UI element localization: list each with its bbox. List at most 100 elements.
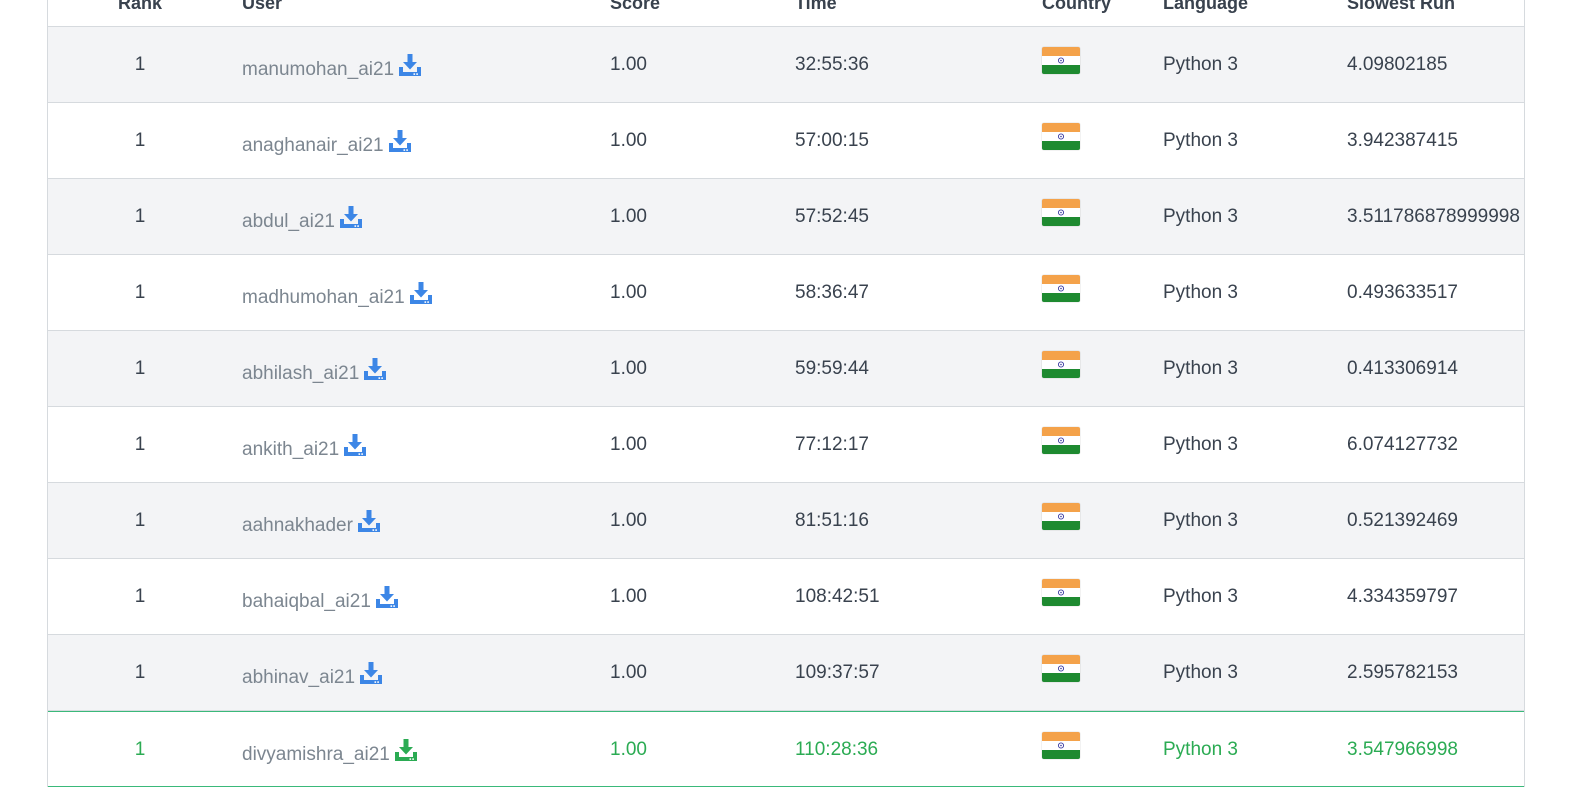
user-cell: aahnakhader: [242, 509, 381, 538]
india-flag-icon: [1042, 123, 1080, 150]
country-cell: [1042, 351, 1080, 385]
table-row: 1 bahaiqbal_ai21 1.00 108:42:51 Python 3…: [48, 559, 1524, 635]
language-cell: Python 3: [1163, 358, 1238, 379]
download-code-icon[interactable]: [363, 357, 387, 381]
score-cell: 1.00: [610, 130, 647, 151]
user-cell: abhinav_ai21: [242, 661, 383, 690]
time-cell: 58:36:47: [795, 282, 869, 303]
user-cell: bahaiqbal_ai21: [242, 585, 399, 614]
score-cell: 1.00: [610, 662, 647, 683]
score-cell: 1.00: [610, 54, 647, 75]
language-cell: Python 3: [1163, 206, 1238, 227]
rank-cell: 1: [134, 510, 146, 531]
header-rank[interactable]: Rank: [48, 0, 232, 15]
language-cell: Python 3: [1163, 130, 1238, 151]
language-cell: Python 3: [1163, 510, 1238, 531]
time-cell: 59:59:44: [795, 358, 869, 379]
download-code-icon[interactable]: [394, 738, 418, 762]
user-cell: madhumohan_ai21: [242, 281, 433, 310]
slowest-run-cell: 3.511786878999998: [1347, 206, 1520, 227]
username-link[interactable]: ankith_ai21: [242, 439, 339, 460]
table-row: 1 anaghanair_ai21 1.00 57:00:15 Python 3…: [48, 103, 1524, 179]
download-code-icon[interactable]: [359, 661, 383, 685]
rank-cell: 1: [134, 54, 146, 75]
rank-cell: 1: [134, 282, 146, 303]
country-cell: [1042, 503, 1080, 537]
time-cell: 57:00:15: [795, 130, 869, 151]
table-row: 1 abhinav_ai21 1.00 109:37:57 Python 3 2…: [48, 635, 1524, 711]
india-flag-icon: [1042, 351, 1080, 378]
username-link[interactable]: aahnakhader: [242, 515, 353, 536]
table-row: 1 aahnakhader 1.00 81:51:16 Python 3 0.5…: [48, 483, 1524, 559]
username-link[interactable]: divyamishra_ai21: [242, 744, 390, 765]
score-cell: 1.00: [610, 739, 647, 760]
table-row: 1 abhilash_ai21 1.00 59:59:44 Python 3 0…: [48, 331, 1524, 407]
download-code-icon[interactable]: [339, 205, 363, 229]
download-code-icon[interactable]: [398, 53, 422, 77]
download-code-icon[interactable]: [357, 509, 381, 533]
user-cell: divyamishra_ai21: [242, 738, 418, 767]
slowest-run-cell: 0.521392469: [1347, 510, 1458, 531]
rank-cell: 1: [134, 358, 146, 379]
score-cell: 1.00: [610, 282, 647, 303]
time-cell: 110:28:36: [795, 739, 879, 760]
header-slowest-run[interactable]: Slowest Run: [1347, 0, 1523, 15]
time-cell: 32:55:36: [795, 54, 869, 75]
language-cell: Python 3: [1163, 434, 1238, 455]
username-link[interactable]: abdul_ai21: [242, 211, 335, 232]
language-cell: Python 3: [1163, 282, 1238, 303]
india-flag-icon: [1042, 579, 1080, 606]
table-row: 1 abdul_ai21 1.00 57:52:45 Python 3 3.51…: [48, 179, 1524, 255]
user-cell: ankith_ai21: [242, 433, 367, 462]
time-cell: 57:52:45: [795, 206, 869, 227]
country-cell: [1042, 655, 1080, 689]
india-flag-icon: [1042, 503, 1080, 530]
username-link[interactable]: anaghanair_ai21: [242, 135, 384, 156]
table-row: 1 madhumohan_ai21 1.00 58:36:47 Python 3…: [48, 255, 1524, 331]
download-code-icon[interactable]: [388, 129, 412, 153]
score-cell: 1.00: [610, 358, 647, 379]
slowest-run-cell: 4.09802185: [1347, 54, 1448, 75]
india-flag-icon: [1042, 427, 1080, 454]
username-link[interactable]: abhinav_ai21: [242, 667, 355, 688]
header-time[interactable]: Time: [795, 0, 837, 15]
time-cell: 77:12:17: [795, 434, 869, 455]
table-row: 1 ankith_ai21 1.00 77:12:17 Python 3 6.0…: [48, 407, 1524, 483]
india-flag-icon: [1042, 199, 1080, 226]
download-code-icon[interactable]: [409, 281, 433, 305]
slowest-run-cell: 3.547966998: [1347, 739, 1458, 760]
header-language: Language: [1163, 0, 1249, 13]
score-cell: 1.00: [610, 434, 647, 455]
user-cell: manumohan_ai21: [242, 53, 422, 82]
time-cell: 108:42:51: [795, 586, 880, 607]
slowest-run-cell: 0.493633517: [1347, 282, 1458, 303]
download-code-icon[interactable]: [375, 585, 399, 609]
download-code-icon[interactable]: [343, 433, 367, 457]
india-flag-icon: [1042, 655, 1080, 682]
rank-cell: 1: [134, 434, 146, 455]
country-cell: [1042, 199, 1080, 233]
india-flag-icon: [1042, 47, 1080, 74]
score-cell: 1.00: [610, 510, 647, 531]
username-link[interactable]: manumohan_ai21: [242, 59, 394, 80]
table-row-current-user: 1 divyamishra_ai21 1.00 110:28:36 Python…: [48, 711, 1524, 787]
country-cell: [1042, 123, 1080, 157]
country-cell: [1042, 732, 1080, 766]
country-cell: [1042, 275, 1080, 309]
india-flag-icon: [1042, 275, 1080, 302]
username-link[interactable]: abhilash_ai21: [242, 363, 359, 384]
table-row: 1 manumohan_ai21 1.00 32:55:36 Python 3 …: [48, 27, 1524, 103]
country-cell: [1042, 47, 1080, 81]
username-link[interactable]: bahaiqbal_ai21: [242, 591, 371, 612]
slowest-run-cell: 0.413306914: [1347, 358, 1458, 379]
leaderboard-page: Rank User Score Time Country Language Sl…: [0, 0, 1593, 811]
user-cell: abhilash_ai21: [242, 357, 387, 386]
header-score[interactable]: Score: [610, 0, 660, 15]
rank-cell: 1: [134, 662, 146, 683]
slowest-run-cell: 4.334359797: [1347, 586, 1458, 607]
slowest-run-cell: 2.595782153: [1347, 662, 1458, 683]
country-cell: [1042, 427, 1080, 461]
username-link[interactable]: madhumohan_ai21: [242, 287, 405, 308]
slowest-run-cell: 6.074127732: [1347, 434, 1458, 455]
language-cell: Python 3: [1163, 586, 1238, 607]
